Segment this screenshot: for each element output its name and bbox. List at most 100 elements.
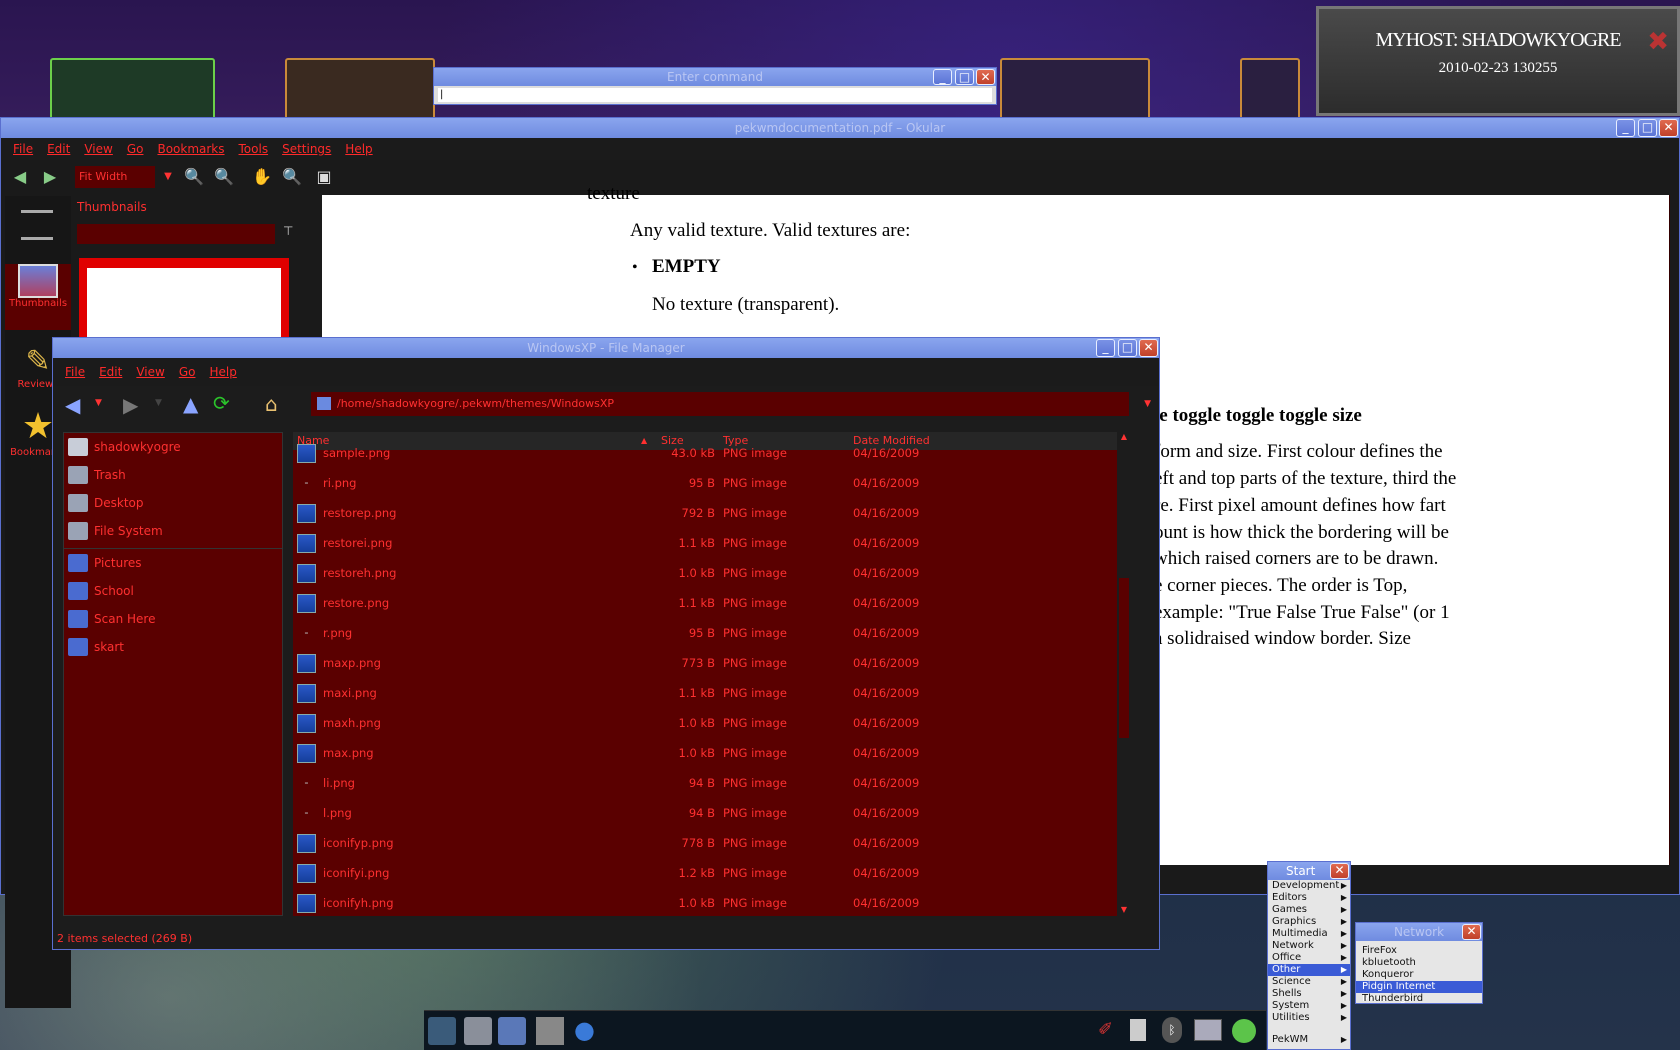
forward-history-icon[interactable]: ▼ bbox=[155, 398, 162, 408]
menu-item-other[interactable]: Other ▶ bbox=[1268, 964, 1350, 976]
place-file-system[interactable]: File System bbox=[64, 517, 282, 545]
submenu-item[interactable]: Pidgin Internet Messenger bbox=[1356, 981, 1482, 1004]
page-scrollbar[interactable] bbox=[1669, 195, 1679, 865]
thumbnails-tab[interactable]: Thumbnails bbox=[5, 264, 71, 330]
table-row[interactable]: maxp.png 773 B PNG image 04/16/2009 bbox=[293, 648, 1131, 678]
menu-item-system[interactable]: System ▶ bbox=[1268, 1000, 1350, 1012]
menu-item-editors[interactable]: Editors ▶ bbox=[1268, 892, 1350, 904]
table-row[interactable]: restoreh.png 1.0 kB PNG image 04/16/2009 bbox=[293, 558, 1131, 588]
scroll-down-icon[interactable]: ▼ bbox=[1117, 905, 1131, 914]
menu-file[interactable]: File bbox=[65, 365, 85, 379]
back-icon[interactable]: ◀ bbox=[65, 393, 80, 417]
menu-item-games[interactable]: Games ▶ bbox=[1268, 904, 1350, 916]
globe-icon[interactable]: ● bbox=[574, 1016, 595, 1044]
menu-tools[interactable]: Tools bbox=[239, 142, 269, 156]
maximize-button[interactable]: □ bbox=[955, 69, 974, 85]
submenu-item[interactable]: Thunderbird bbox=[1356, 993, 1482, 1005]
zoom-dropdown-icon[interactable]: ▼ bbox=[157, 166, 179, 188]
place-skart[interactable]: skart bbox=[64, 633, 282, 661]
table-row[interactable]: - ri.png 95 B PNG image 04/16/2009 bbox=[293, 468, 1131, 498]
maximize-button[interactable]: □ bbox=[1118, 339, 1137, 357]
page-thumbnail[interactable] bbox=[79, 258, 289, 348]
file-manager-launcher-icon[interactable] bbox=[464, 1017, 492, 1045]
table-row[interactable]: max.png 1.0 kB PNG image 04/16/2009 bbox=[293, 738, 1131, 768]
close-icon[interactable]: ✖ bbox=[1647, 27, 1669, 57]
close-button[interactable]: ✕ bbox=[976, 69, 995, 85]
maximize-button[interactable]: □ bbox=[1638, 119, 1657, 137]
zoom-select[interactable]: Fit Width bbox=[75, 166, 155, 188]
menu-view[interactable]: View bbox=[84, 142, 112, 156]
status-tray-icon[interactable] bbox=[1232, 1019, 1256, 1043]
menu-item-network[interactable]: Network ▶ bbox=[1268, 940, 1350, 952]
place-desktop[interactable]: Desktop bbox=[64, 489, 282, 517]
menu-bookmarks[interactable]: Bookmarks bbox=[157, 142, 224, 156]
table-row[interactable]: - r.png 95 B PNG image 04/16/2009 bbox=[293, 618, 1131, 648]
submenu-item[interactable]: Konqueror bbox=[1356, 969, 1482, 981]
blank-launcher-icon[interactable] bbox=[536, 1017, 564, 1045]
menu-edit[interactable]: Edit bbox=[99, 365, 122, 379]
menu-item-multimedia[interactable]: Multimedia ▶ bbox=[1268, 928, 1350, 940]
menu-item-graphics[interactable]: Graphics ▶ bbox=[1268, 916, 1350, 928]
scroll-up-icon[interactable]: ▲ bbox=[1117, 432, 1131, 441]
menu-icon[interactable] bbox=[21, 210, 53, 240]
table-row[interactable]: iconifyh.png 1.0 kB PNG image 04/16/2009 bbox=[293, 888, 1131, 916]
clipboard-tray-icon[interactable] bbox=[1130, 1019, 1146, 1041]
browse-tool-icon[interactable]: ✋ bbox=[251, 166, 273, 188]
close-button[interactable]: ✕ bbox=[1139, 339, 1158, 357]
close-button[interactable]: ✕ bbox=[1330, 863, 1349, 879]
location-dropdown-icon[interactable]: ▼ bbox=[1144, 392, 1151, 416]
table-row[interactable]: maxh.png 1.0 kB PNG image 04/16/2009 bbox=[293, 708, 1131, 738]
list-scrollbar[interactable]: ▲ ▼ bbox=[1117, 432, 1131, 916]
back-history-icon[interactable]: ▼ bbox=[95, 398, 102, 408]
close-button[interactable]: ✕ bbox=[1462, 924, 1481, 940]
scrollbar-thumb[interactable] bbox=[1119, 578, 1129, 738]
menu-help[interactable]: Help bbox=[209, 365, 236, 379]
images-launcher-icon[interactable] bbox=[498, 1017, 526, 1045]
bluetooth-tray-icon[interactable]: ᛒ bbox=[1162, 1017, 1182, 1043]
menu-launcher-icon[interactable] bbox=[428, 1017, 456, 1045]
up-icon[interactable]: ▲ bbox=[183, 392, 198, 416]
command-titlebar[interactable]: Enter command _ □ ✕ bbox=[434, 68, 996, 86]
place-trash[interactable]: Trash bbox=[64, 461, 282, 489]
menu-go[interactable]: Go bbox=[127, 142, 144, 156]
table-row[interactable]: - li.png 94 B PNG image 04/16/2009 bbox=[293, 768, 1131, 798]
place-scan-here[interactable]: Scan Here bbox=[64, 605, 282, 633]
okular-titlebar[interactable]: pekwmdocumentation.pdf – Okular _ □ ✕ bbox=[1, 118, 1679, 138]
minimize-button[interactable]: _ bbox=[1096, 339, 1115, 357]
filter-icon[interactable]: ⊤ bbox=[283, 224, 293, 238]
close-button[interactable]: ✕ bbox=[1659, 119, 1678, 137]
place-home[interactable]: shadowkyogre bbox=[64, 433, 282, 461]
table-row[interactable]: sample.png 43.0 kB PNG image 04/16/2009 bbox=[293, 438, 1131, 468]
previous-page-icon[interactable]: ◀ bbox=[9, 166, 31, 188]
minimize-button[interactable]: _ bbox=[1616, 119, 1635, 137]
submenu-item[interactable]: kbluetooth bbox=[1356, 957, 1482, 969]
place-school[interactable]: School bbox=[64, 577, 282, 605]
menu-go[interactable]: Go bbox=[179, 365, 196, 379]
menu-item-science[interactable]: Science ▶ bbox=[1268, 976, 1350, 988]
network-tray-icon[interactable] bbox=[1194, 1019, 1222, 1041]
menu-item-office[interactable]: Office ▶ bbox=[1268, 952, 1350, 964]
menu-item-pekwm[interactable]: PekWM ▶ bbox=[1268, 1034, 1350, 1046]
table-row[interactable]: restorep.png 792 B PNG image 04/16/2009 bbox=[293, 498, 1131, 528]
zoom-in-icon[interactable]: 🔍 bbox=[183, 166, 205, 188]
location-bar[interactable]: /home/shadowkyogre/.pekwm/themes/Windows… bbox=[311, 392, 1151, 416]
zoom-out-icon[interactable]: 🔍 bbox=[213, 166, 235, 188]
menu-settings[interactable]: Settings bbox=[282, 142, 331, 156]
command-input[interactable]: | bbox=[438, 88, 992, 102]
table-row[interactable]: restorei.png 1.1 kB PNG image 04/16/2009 bbox=[293, 528, 1131, 558]
pen-tray-icon[interactable]: ✐ bbox=[1098, 1019, 1113, 1040]
place-pictures[interactable]: Pictures bbox=[64, 549, 282, 577]
menu-item-shells[interactable]: Shells ▶ bbox=[1268, 988, 1350, 1000]
table-row[interactable]: restore.png 1.1 kB PNG image 04/16/2009 bbox=[293, 588, 1131, 618]
selection-tool-icon[interactable]: ▣ bbox=[313, 166, 335, 188]
submenu-item[interactable]: FireFox bbox=[1356, 945, 1482, 957]
zoom-tool-icon[interactable]: 🔍 bbox=[281, 166, 303, 188]
table-row[interactable]: iconifyi.png 1.2 kB PNG image 04/16/2009 bbox=[293, 858, 1131, 888]
menu-file[interactable]: File bbox=[13, 142, 33, 156]
menu-help[interactable]: Help bbox=[345, 142, 372, 156]
reload-icon[interactable]: ⟳ bbox=[213, 391, 230, 415]
menu-view[interactable]: View bbox=[136, 365, 164, 379]
next-page-icon[interactable]: ▶ bbox=[39, 166, 61, 188]
menu-item-development[interactable]: Development ▶ bbox=[1268, 880, 1350, 892]
home-icon[interactable]: ⌂ bbox=[265, 392, 278, 416]
